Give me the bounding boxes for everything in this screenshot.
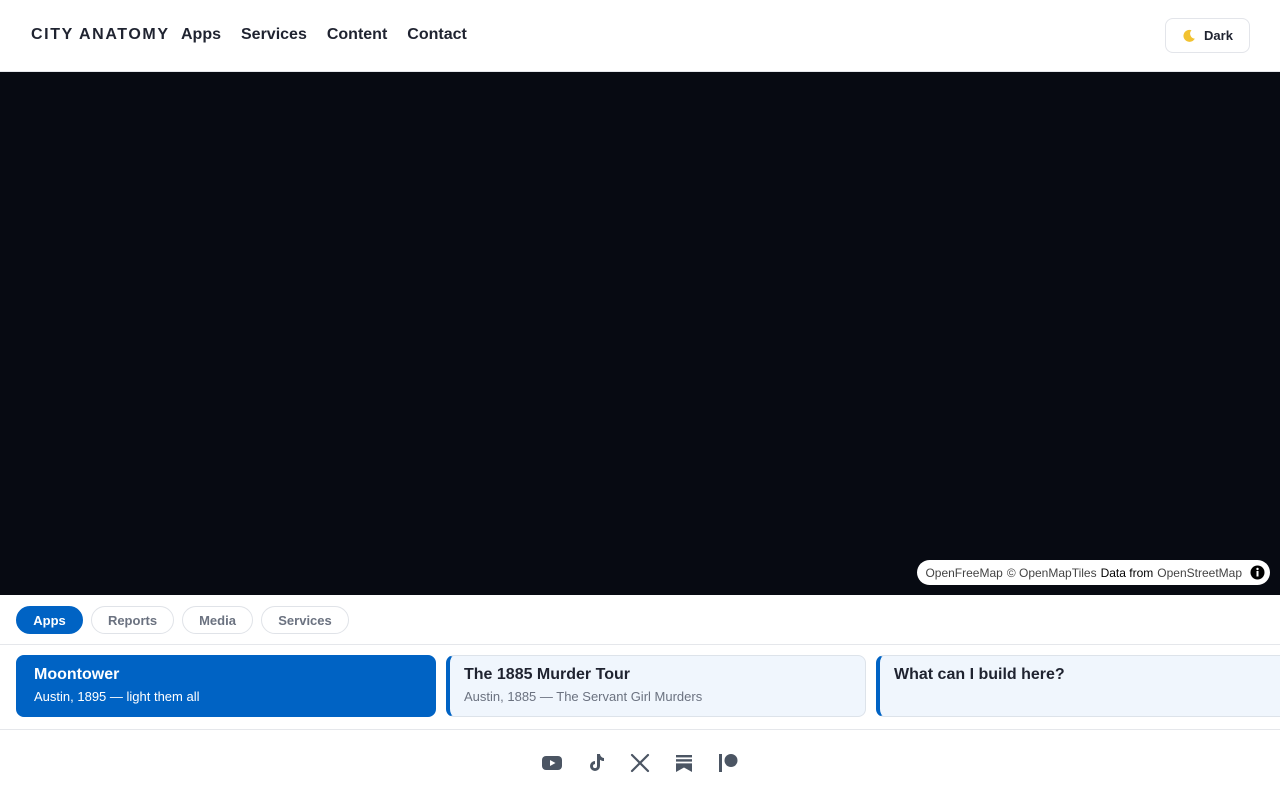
attribution-openstreetmap-link[interactable]: OpenStreetMap [1157, 566, 1242, 580]
dark-mode-toggle-button[interactable]: Dark [1165, 18, 1250, 53]
theme-toggle-label: Dark [1204, 28, 1233, 43]
map-canvas[interactable]: OpenFreeMap © OpenMapTiles Data from Ope… [0, 72, 1280, 595]
app-cards-list: Moontower Austin, 1895 — light them all … [0, 645, 1280, 730]
nav-apps[interactable]: Apps [181, 25, 221, 45]
brand-logo-text[interactable]: CITY ANATOMY [31, 26, 170, 44]
nav-contact[interactable]: Contact [407, 25, 467, 45]
moon-icon [1182, 29, 1196, 43]
attribution-openfreemap-link[interactable]: OpenFreeMap [925, 566, 1002, 580]
nav-services[interactable]: Services [241, 25, 307, 45]
tab-media[interactable]: Media [182, 606, 253, 634]
card-title: Moontower [34, 666, 120, 683]
nav-content[interactable]: Content [327, 25, 387, 45]
card-what-can-i-build[interactable]: What can I build here? [876, 655, 1280, 717]
main-nav: Apps Services Content Contact [181, 25, 487, 45]
category-tabs: Apps Reports Media Services [0, 595, 1280, 645]
tab-apps[interactable]: Apps [16, 606, 83, 634]
card-murder-tour[interactable]: The 1885 Murder Tour Austin, 1885 — The … [446, 655, 866, 717]
youtube-icon[interactable] [540, 751, 564, 775]
site-footer [0, 731, 1280, 800]
tab-services[interactable]: Services [261, 606, 349, 634]
x-icon[interactable] [628, 751, 652, 775]
attribution-openmaptiles-link[interactable]: © OpenMapTiles [1007, 566, 1097, 580]
attribution-data-from: Data from [1100, 565, 1154, 580]
card-subtitle: Austin, 1895 — light them all [34, 689, 200, 704]
card-subtitle: Austin, 1885 — The Servant Girl Murders [464, 689, 703, 704]
substack-icon[interactable] [672, 751, 696, 775]
patreon-icon[interactable] [716, 751, 740, 775]
card-moontower[interactable]: Moontower Austin, 1895 — light them all [16, 655, 436, 717]
info-icon[interactable] [1250, 565, 1265, 580]
card-title: What can I build here? [894, 666, 1065, 683]
social-links [540, 751, 760, 775]
site-header: CITY ANATOMY Apps Services Content Conta… [0, 0, 1280, 72]
tab-reports[interactable]: Reports [91, 606, 174, 634]
card-title: The 1885 Murder Tour [464, 666, 630, 683]
tiktok-icon[interactable] [584, 751, 608, 775]
map-attribution: OpenFreeMap © OpenMapTiles Data from Ope… [917, 560, 1270, 585]
